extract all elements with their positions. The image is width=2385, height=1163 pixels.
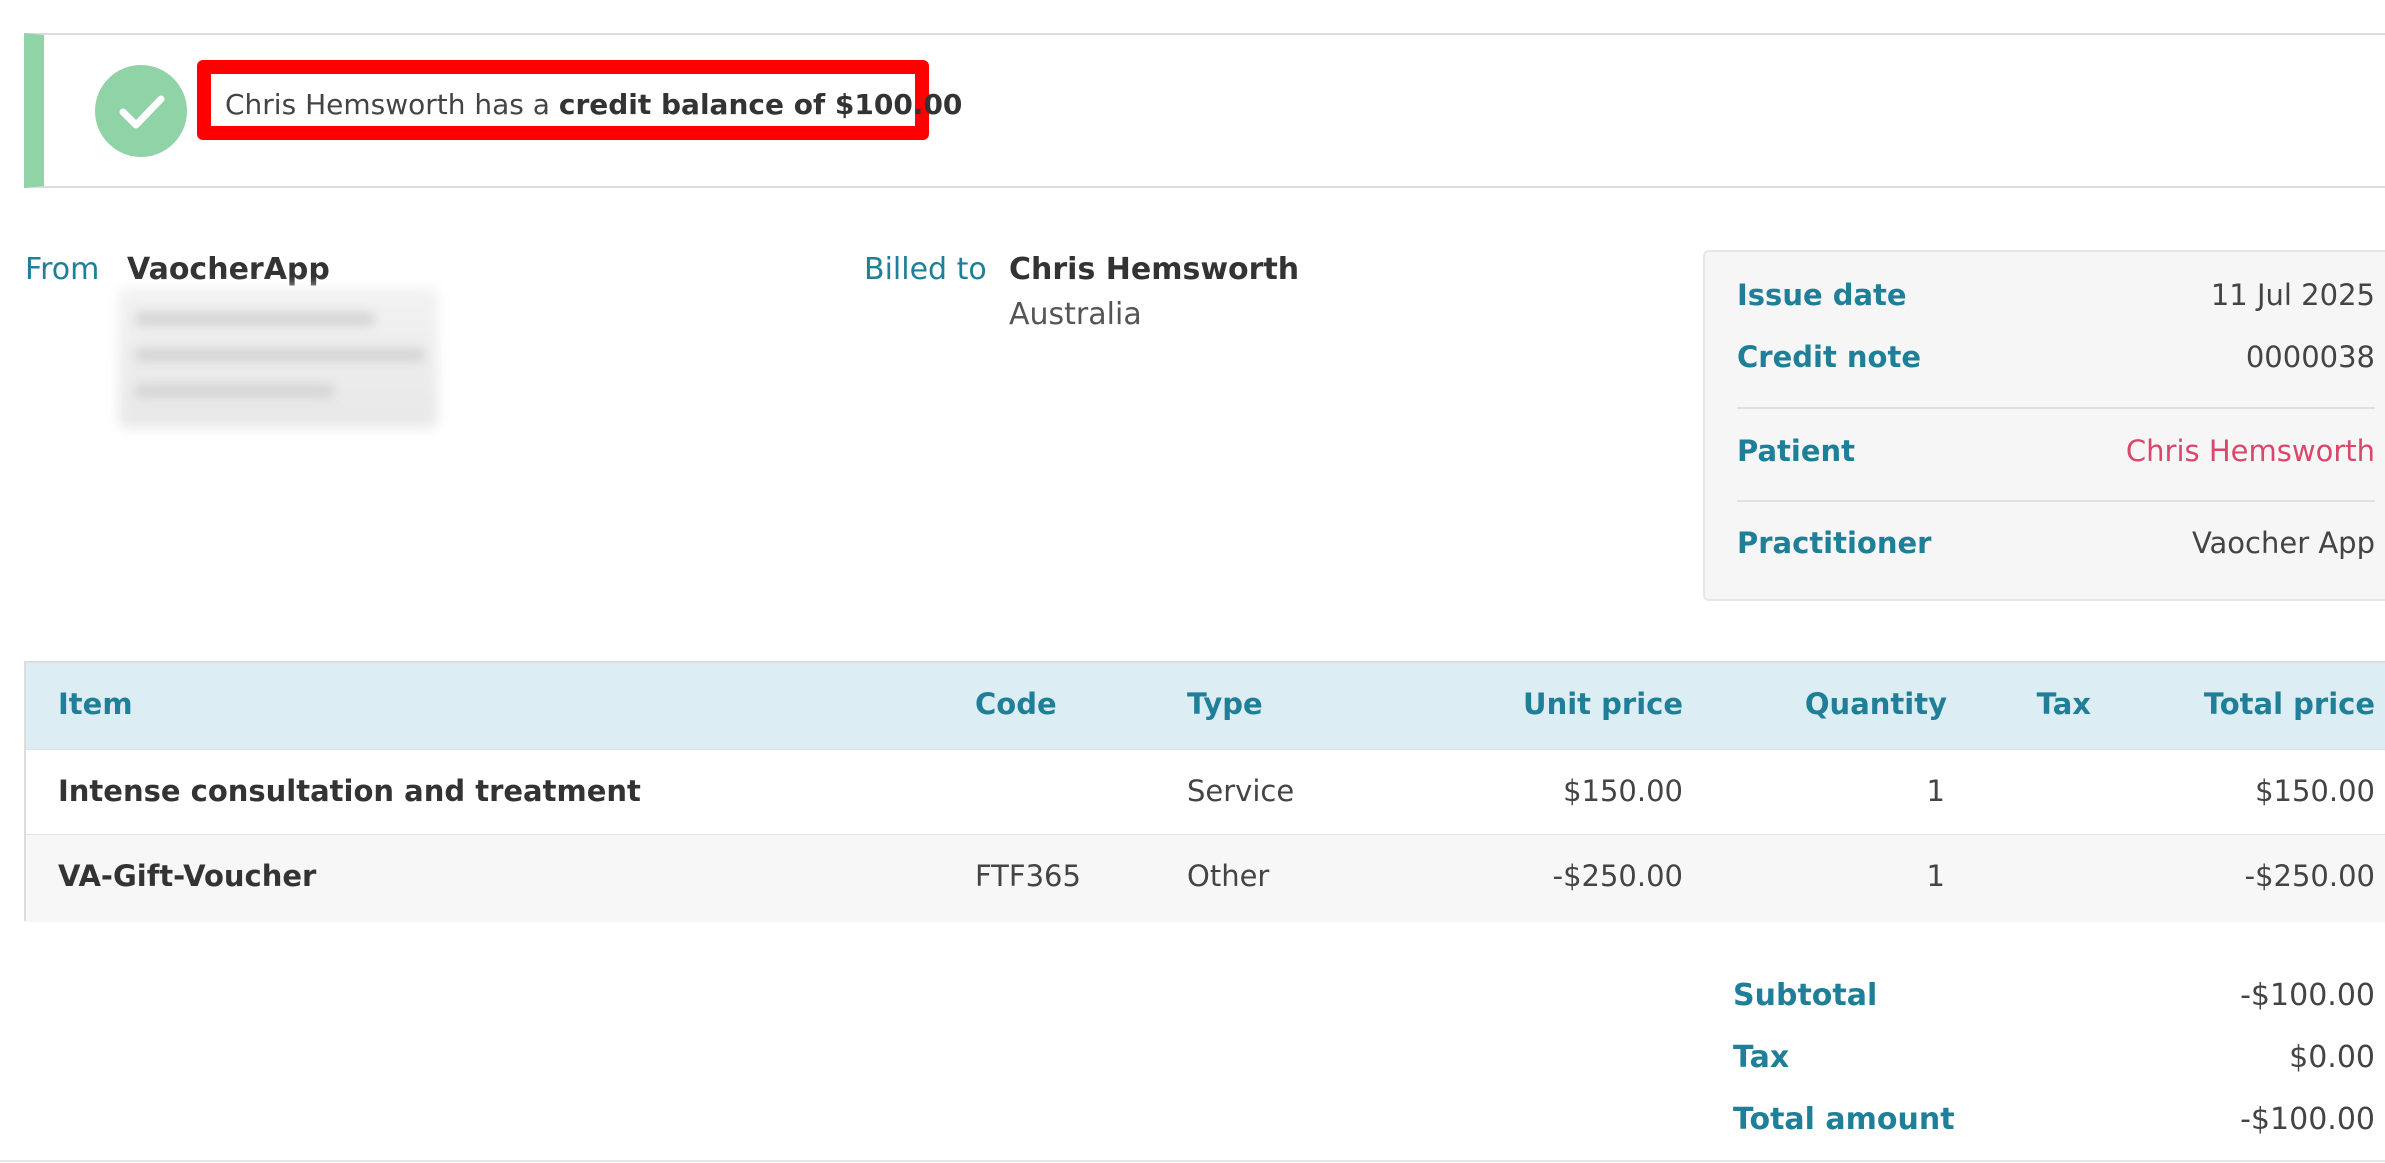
message-emphasis: credit balance of $100.00: [558, 88, 963, 121]
highlight-box: Chris Hemsworth has a credit balance of …: [197, 60, 962, 140]
table-header: Item Code Type Unit price Quantity Tax T…: [26, 663, 2385, 749]
row-unit-price: -$250.00: [1552, 859, 1683, 893]
table-row: VA-Gift-Voucher FTF365 Other -$250.00 1 …: [26, 834, 2385, 922]
credit-note-label: Credit note: [1737, 340, 1922, 374]
row-total-price: $150.00: [2255, 774, 2375, 808]
col-total-price: Total price: [2203, 687, 2375, 721]
billed-to-label: Billed to: [864, 252, 987, 287]
credit-balance-message: Chris Hemsworth has a credit balance of …: [225, 88, 962, 121]
patient-link[interactable]: Chris Hemsworth: [2126, 434, 2375, 468]
row-item: Intense consultation and treatment: [58, 774, 641, 808]
tax-label: Tax: [1733, 1040, 1790, 1075]
col-item: Item: [58, 687, 133, 721]
subtotal-label: Subtotal: [1733, 978, 1878, 1013]
row-code: FTF365: [975, 859, 1081, 893]
message-prefix: Chris Hemsworth has a: [225, 88, 559, 121]
row-unit-price: $150.00: [1563, 774, 1683, 808]
total-amount-value: -$100.00: [2240, 1102, 2375, 1137]
subtotal-value: -$100.00: [2240, 978, 2375, 1013]
tax-value: $0.00: [2289, 1040, 2375, 1075]
col-type: Type: [1187, 687, 1263, 721]
practitioner-value: Vaocher App: [2191, 526, 2375, 560]
credit-balance-banner: Chris Hemsworth has a credit balance of …: [24, 33, 2385, 188]
col-unit-price: Unit price: [1523, 687, 1683, 721]
total-amount-label: Total amount: [1733, 1102, 1955, 1137]
issue-date-label: Issue date: [1737, 278, 1907, 312]
from-label: From: [25, 252, 100, 287]
row-type: Other: [1187, 859, 1270, 893]
col-tax: Tax: [2036, 687, 2091, 721]
col-code: Code: [975, 687, 1057, 721]
col-quantity: Quantity: [1804, 687, 1947, 721]
from-name: VaocherApp: [127, 252, 330, 287]
billed-to-country: Australia: [1009, 297, 1142, 332]
table-row: Intense consultation and treatment Servi…: [26, 749, 2385, 834]
bottom-divider: [0, 1160, 2385, 1162]
row-quantity: 1: [1926, 774, 1945, 808]
practitioner-label: Practitioner: [1737, 526, 1932, 560]
billed-to-name: Chris Hemsworth: [1009, 252, 1300, 287]
row-type: Service: [1187, 774, 1295, 808]
issue-date-value: 11 Jul 2025: [2210, 278, 2375, 312]
patient-label: Patient: [1737, 434, 1856, 468]
row-item: VA-Gift-Voucher: [58, 859, 317, 893]
row-quantity: 1: [1926, 859, 1945, 893]
row-total-price: -$250.00: [2244, 859, 2375, 893]
items-table: Item Code Type Unit price Quantity Tax T…: [24, 661, 2385, 922]
credit-note-details: Issue date 11 Jul 2025 Credit note 00000…: [1703, 250, 2385, 601]
check-icon: [95, 65, 187, 157]
credit-note-value: 0000038: [2245, 340, 2375, 374]
